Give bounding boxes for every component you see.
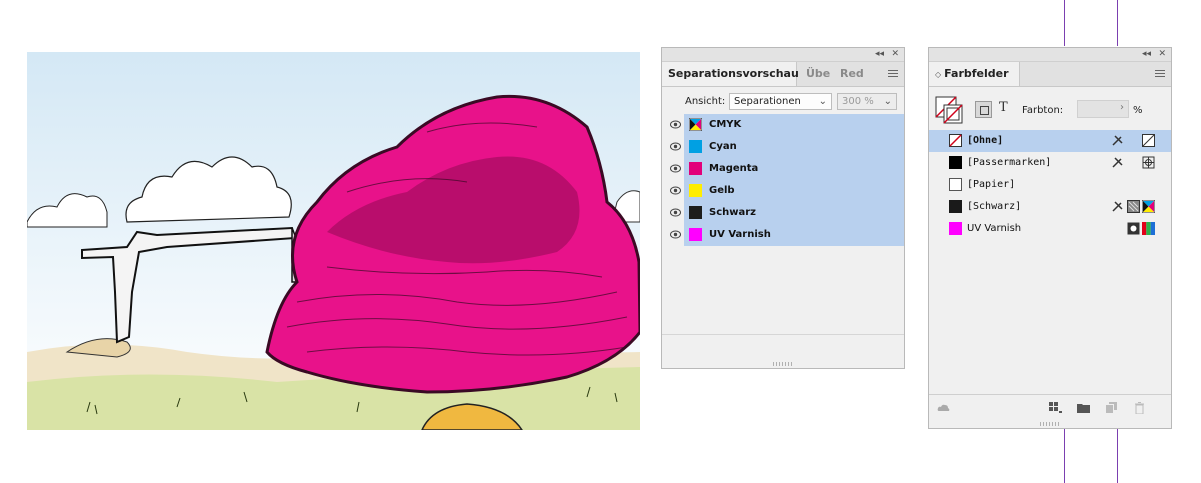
panel-title-bar[interactable]: ◂◂ ✕ — [662, 48, 904, 62]
close-icon[interactable]: ✕ — [1158, 48, 1166, 61]
divider — [662, 334, 904, 335]
chevron-down-icon: ⌄ — [818, 96, 827, 107]
plate-swatch — [689, 206, 702, 219]
eye-icon[interactable] — [670, 208, 681, 217]
view-label: Ansicht: — [685, 96, 726, 107]
process-color-icon — [1127, 200, 1140, 213]
tab-swatches[interactable]: ◇ Farbfelder — [929, 62, 1020, 86]
resize-grip[interactable] — [773, 362, 793, 366]
swatch-chip — [949, 178, 962, 191]
separation-preview-panel: ◂◂ ✕ Separationsvorschau Übe Red Ansicht… — [661, 47, 905, 369]
artwork-canvas[interactable] — [27, 52, 640, 430]
swatch-chip — [949, 222, 962, 235]
close-icon[interactable]: ✕ — [891, 48, 899, 61]
plate-label: Schwarz — [709, 207, 756, 218]
plate-label: UV Varnish — [709, 229, 771, 240]
eye-icon[interactable] — [670, 142, 681, 151]
swatch-chip — [949, 200, 962, 213]
zoom-dropdown[interactable]: 300 % ⌄ — [837, 93, 897, 110]
plate-label: CMYK — [709, 119, 742, 130]
none-swatch-icon — [949, 134, 962, 147]
panel-tab-bar: ◇ Farbfelder — [929, 62, 1171, 87]
guide-line-left-top — [1064, 0, 1065, 46]
no-edit-icon — [1112, 157, 1123, 168]
collapse-icon[interactable]: ◂◂ — [1142, 48, 1151, 61]
container-button[interactable] — [975, 101, 992, 118]
swatch-name: UV Varnish — [967, 223, 1022, 234]
resize-grip[interactable] — [1040, 422, 1060, 426]
tab-ink-limit[interactable]: Red — [834, 62, 870, 86]
plate-row-gelb[interactable]: Gelb — [662, 180, 904, 202]
tab-overprint[interactable]: Übe — [800, 62, 836, 86]
zoom-dropdown-value: 300 % — [842, 96, 874, 107]
swatches-panel: ◂◂ ✕ ◇Farbfelder T Farbton: › % [Ohne] — [928, 47, 1172, 429]
plate-swatch — [689, 184, 702, 197]
updown-icon: ◇ — [935, 70, 942, 79]
show-swatch-kinds-icon[interactable] — [1049, 402, 1062, 414]
no-edit-icon — [1112, 201, 1123, 212]
swatch-name: [Schwarz] — [967, 201, 1022, 212]
tab-swatches-label: Farbfelder — [944, 67, 1009, 80]
guide-line-right-top — [1117, 0, 1118, 46]
plate-label: Magenta — [709, 163, 759, 174]
plate-label: Cyan — [709, 141, 737, 152]
swatch-row-none[interactable]: [Ohne] — [929, 130, 1171, 152]
trash-icon[interactable] — [1133, 402, 1146, 414]
registration-icon — [1142, 156, 1155, 169]
plate-row-cyan[interactable]: Cyan — [662, 136, 904, 158]
plate-row-magenta[interactable]: Magenta — [662, 158, 904, 180]
folder-icon[interactable] — [1077, 402, 1090, 414]
plate-row-uv-varnish[interactable]: UV Varnish — [662, 224, 904, 246]
panel-menu-icon[interactable] — [888, 68, 898, 80]
view-dropdown-value: Separationen — [734, 96, 801, 107]
eye-icon[interactable] — [670, 186, 681, 195]
swatch-name: [Passermarken] — [967, 157, 1052, 168]
plate-swatch — [689, 228, 702, 241]
tint-unit: % — [1133, 105, 1143, 116]
chevron-right-icon: › — [1120, 102, 1124, 113]
rgb-mode-icon — [1142, 222, 1155, 235]
plate-swatch — [689, 162, 702, 175]
swatch-name: [Papier] — [967, 179, 1016, 190]
cmyk-mode-icon — [1142, 200, 1155, 213]
collapse-icon[interactable]: ◂◂ — [875, 48, 884, 61]
swatch-name: [Ohne] — [967, 135, 1004, 146]
spot-color-icon — [1127, 222, 1140, 235]
view-dropdown[interactable]: Separationen ⌄ — [729, 93, 832, 110]
tint-input[interactable]: › — [1077, 100, 1129, 118]
cmyk-swatch-icon — [689, 118, 702, 131]
swatches-toolbar — [929, 394, 1171, 421]
guide-line-left-bottom — [1064, 428, 1065, 483]
plate-label: Gelb — [709, 185, 735, 196]
fill-stroke-proxy[interactable] — [935, 96, 965, 126]
panel-tab-bar: Separationsvorschau Übe Red — [662, 62, 904, 87]
plate-row-schwarz[interactable]: Schwarz — [662, 202, 904, 224]
panel-menu-icon[interactable] — [1155, 68, 1165, 80]
swatch-chip — [949, 156, 962, 169]
panel-title-bar[interactable]: ◂◂ ✕ — [929, 48, 1171, 62]
fill-stroke-icon — [935, 96, 963, 124]
guide-line-right-bottom — [1117, 428, 1118, 483]
chevron-down-icon: ⌄ — [883, 96, 892, 107]
no-edit-icon — [1112, 135, 1123, 146]
new-swatch-icon[interactable] — [1105, 402, 1118, 414]
swatch-row-registration[interactable]: [Passermarken] — [929, 152, 1171, 174]
artwork-illustration — [27, 52, 640, 430]
cloud-library-icon[interactable] — [937, 402, 950, 414]
swatch-row-paper[interactable]: [Papier] — [929, 174, 1171, 196]
text-format-icon[interactable]: T — [999, 100, 1008, 115]
swatch-row-black[interactable]: [Schwarz] — [929, 196, 1171, 218]
plate-swatch — [689, 140, 702, 153]
plate-row-cmyk[interactable]: CMYK — [662, 114, 904, 136]
tab-separation-preview[interactable]: Separationsvorschau — [662, 62, 799, 86]
tint-label: Farbton: — [1022, 105, 1064, 116]
eye-icon[interactable] — [670, 164, 681, 173]
square-icon — [980, 106, 989, 115]
eye-icon[interactable] — [670, 230, 681, 239]
plate-list: CMYK Cyan Magenta Gelb Schwarz UV Varnis… — [662, 114, 904, 246]
eye-icon[interactable] — [670, 120, 681, 129]
none-type-icon — [1142, 134, 1155, 147]
swatch-row-uv-varnish[interactable]: UV Varnish — [929, 218, 1171, 240]
